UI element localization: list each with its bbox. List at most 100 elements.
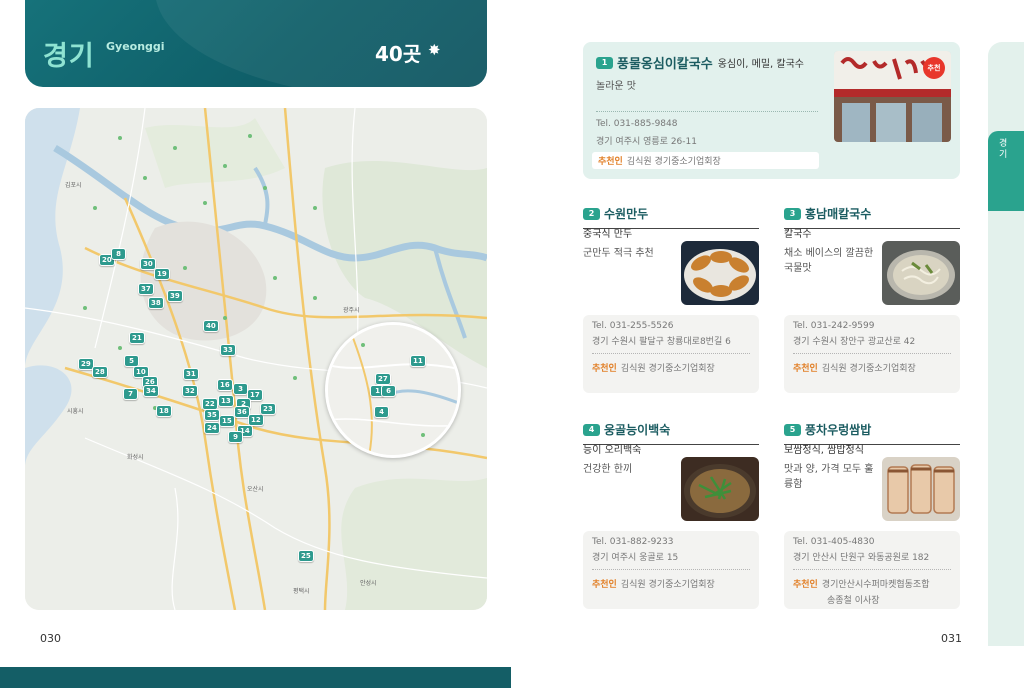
restaurant-description: 놀라운 맛 xyxy=(596,81,636,92)
restaurant-card-featured[interactable]: 1 풍물옹심이칼국수 옹심이, 메밀, 칼국수 놀라운 맛 Tel. 031-885… xyxy=(583,42,960,179)
duck-stew-photo xyxy=(681,457,759,521)
restaurant-phone: Tel. 031-885-9848 xyxy=(596,119,678,129)
restaurant-address: 경기 여주시 영릉로 26-11 xyxy=(596,137,697,147)
restaurant-info-box: Tel. 031-882-9233 경기 여주시 웅골로 15 추천인 김식원 경… xyxy=(583,531,759,609)
restaurant-menu: 중국식 만두 xyxy=(583,229,637,240)
restaurant-address: 경기 여주시 웅골로 15 xyxy=(592,553,679,563)
map-pin[interactable]: 32 xyxy=(182,385,198,397)
map-pin[interactable]: 18 xyxy=(156,405,172,417)
map-pin[interactable]: 19 xyxy=(154,268,170,280)
map-pin[interactable]: 16 xyxy=(217,379,233,391)
map-pin[interactable]: 6 xyxy=(381,385,396,397)
region-title: 경기 xyxy=(43,41,95,72)
restaurant-heading: 2 수원만두 xyxy=(583,203,759,222)
map-pin[interactable]: 9 xyxy=(228,431,243,443)
map-pin[interactable]: 11 xyxy=(410,355,426,367)
restaurant-card[interactable]: 2 수원만두 중국식 만두 군만두 적극 추천 Tel. 031-255-5526… xyxy=(583,203,759,395)
map-label: 시흥시 xyxy=(67,408,84,415)
recommender-name: 김식원 경기중소기업회장 xyxy=(620,580,715,590)
noodle-soup-photo xyxy=(882,241,960,305)
recommended-badge: 추천 xyxy=(923,57,945,79)
restaurant-info-box: Tel. 031-255-5526 경기 수원시 팔달구 창룡대로8번길 6 추… xyxy=(583,315,759,393)
divider xyxy=(596,111,818,112)
region-map[interactable]: 김포시 광주시 화성시 오산시 평택시 안성시 시흥시 20 8 30 19 3… xyxy=(25,108,487,610)
map-pin[interactable]: 39 xyxy=(167,290,183,302)
recommender-name: 김식원 경기중소기업회장 xyxy=(821,364,916,374)
recommender-line: 추천인 김식원 경기중소기업회장 xyxy=(793,361,951,374)
map-pin[interactable]: 35 xyxy=(204,409,220,421)
map-pin[interactable]: 15 xyxy=(219,415,235,427)
recommender-label: 추천인 xyxy=(598,157,623,167)
restaurant-heading: 3 홍남매칼국수 xyxy=(784,203,960,222)
map-pin[interactable]: 37 xyxy=(138,283,154,295)
map-pin[interactable]: 34 xyxy=(143,385,159,397)
restaurant-storefront-photo: 추천 xyxy=(834,51,951,142)
map-pin[interactable]: 28 xyxy=(92,366,108,378)
restaurant-heading: 5 풍차우렁쌈밥 xyxy=(784,419,960,438)
map-pin[interactable]: 31 xyxy=(183,368,199,380)
region-subtitle: Gyeonggi xyxy=(106,40,165,53)
recommender-name: 경기안산시수퍼마켓협동조합 xyxy=(821,580,930,590)
map-label: 평택시 xyxy=(293,588,310,595)
map-pin[interactable]: 13 xyxy=(218,395,234,407)
map-pin[interactable]: 38 xyxy=(148,297,164,309)
restaurant-phone: Tel. 031-405-4830 xyxy=(793,537,875,547)
recommender-label: 추천인 xyxy=(793,580,818,590)
restaurant-description: 군만두 적극 추천 xyxy=(583,248,654,259)
restaurant-phone: Tel. 031-242-9599 xyxy=(793,321,875,331)
restaurant-number-badge: 5 xyxy=(784,423,801,436)
divider xyxy=(592,569,750,570)
map-pin[interactable]: 7 xyxy=(123,388,138,400)
recommender-line: 추천인 김식원 경기중소기업회장 xyxy=(592,577,750,590)
restaurant-name: 풍차우렁쌈밥 xyxy=(805,423,872,437)
restaurant-card[interactable]: 5 풍차우렁쌈밥 보쌈정식, 쌈밥정식 맛과 양, 가격 모두 훌륭함 Tel. … xyxy=(784,419,960,611)
fried-dumplings-photo xyxy=(681,241,759,305)
map-zoom-inset[interactable]: 11 27 1 6 4 xyxy=(325,322,461,458)
restaurant-description: 맛과 양, 가격 모두 훌륭함 xyxy=(784,464,874,490)
map-pin[interactable]: 4 xyxy=(374,406,389,418)
restaurant-menu: 보쌈정식, 쌈밥정식 xyxy=(784,445,868,456)
map-label: 화성시 xyxy=(127,454,144,461)
divider xyxy=(793,353,951,354)
map-pin[interactable]: 24 xyxy=(204,422,220,434)
recommender-box: 추천인 김식원 경기중소기업회장 xyxy=(592,152,819,169)
recommender-label: 추천인 xyxy=(793,364,818,374)
recommender-line: 추천인 경기안산시수퍼마켓협동조합 xyxy=(793,577,951,590)
restaurant-address: 경기 수원시 장안구 광교산로 42 xyxy=(793,337,916,347)
map-pin[interactable]: 8 xyxy=(111,248,126,260)
restaurant-phone: Tel. 031-882-9233 xyxy=(592,537,674,547)
side-tab-label: 경기 xyxy=(999,139,1008,160)
map-pin[interactable]: 33 xyxy=(220,344,236,356)
restaurant-card[interactable]: 3 홍남매칼국수 칼국수 채소 베이스의 깔끔한 국물맛 Tel. 031-242… xyxy=(784,203,960,395)
map-pin[interactable]: 3 xyxy=(233,383,248,395)
restaurant-address: 경기 안산시 단원구 와동공원로 182 xyxy=(793,553,930,563)
restaurant-name: 풍물옹심이칼국수 xyxy=(617,57,713,72)
restaurant-info-box: Tel. 031-405-4830 경기 안산시 단원구 와동공원로 182 추… xyxy=(784,531,960,609)
recommender-title: 송종철 이사장 xyxy=(827,596,880,606)
restaurant-card[interactable]: 4 웅골능이백숙 능이 오리백숙 건강한 한끼 Tel. 031-882-9233… xyxy=(583,419,759,611)
restaurant-count: 40곳 xyxy=(375,42,422,66)
map-pin[interactable]: 40 xyxy=(203,320,219,332)
restaurant-number-badge: 4 xyxy=(583,423,600,436)
map-pin[interactable]: 25 xyxy=(298,550,314,562)
map-pin[interactable]: 23 xyxy=(260,403,276,415)
divider xyxy=(793,569,951,570)
map-pin[interactable]: 21 xyxy=(129,332,145,344)
map-label: 안성시 xyxy=(360,580,377,587)
map-label: 오산시 xyxy=(247,486,264,493)
star-icon: ✸ xyxy=(428,41,441,59)
recommender-name: 김식원 경기중소기업회장 xyxy=(620,364,715,374)
recommender-label: 추천인 xyxy=(592,580,617,590)
map-label: 광주시 xyxy=(343,307,360,314)
restaurant-number-badge: 1 xyxy=(596,56,613,69)
map-pin[interactable]: 27 xyxy=(375,373,391,385)
page-number-right: 031 xyxy=(941,632,962,645)
restaurant-menu: 옹심이, 메밀, 칼국수 xyxy=(717,59,805,70)
recommender-name: 김식원 경기중소기업회장 xyxy=(626,157,721,167)
recommender-label: 추천인 xyxy=(592,364,617,374)
page-number-left: 030 xyxy=(40,632,61,645)
map-pin[interactable]: 30 xyxy=(140,258,156,270)
restaurant-description: 건강한 한끼 xyxy=(583,464,633,475)
side-tab-region[interactable]: 경기 xyxy=(988,131,1024,211)
map-label: 김포시 xyxy=(65,182,82,189)
